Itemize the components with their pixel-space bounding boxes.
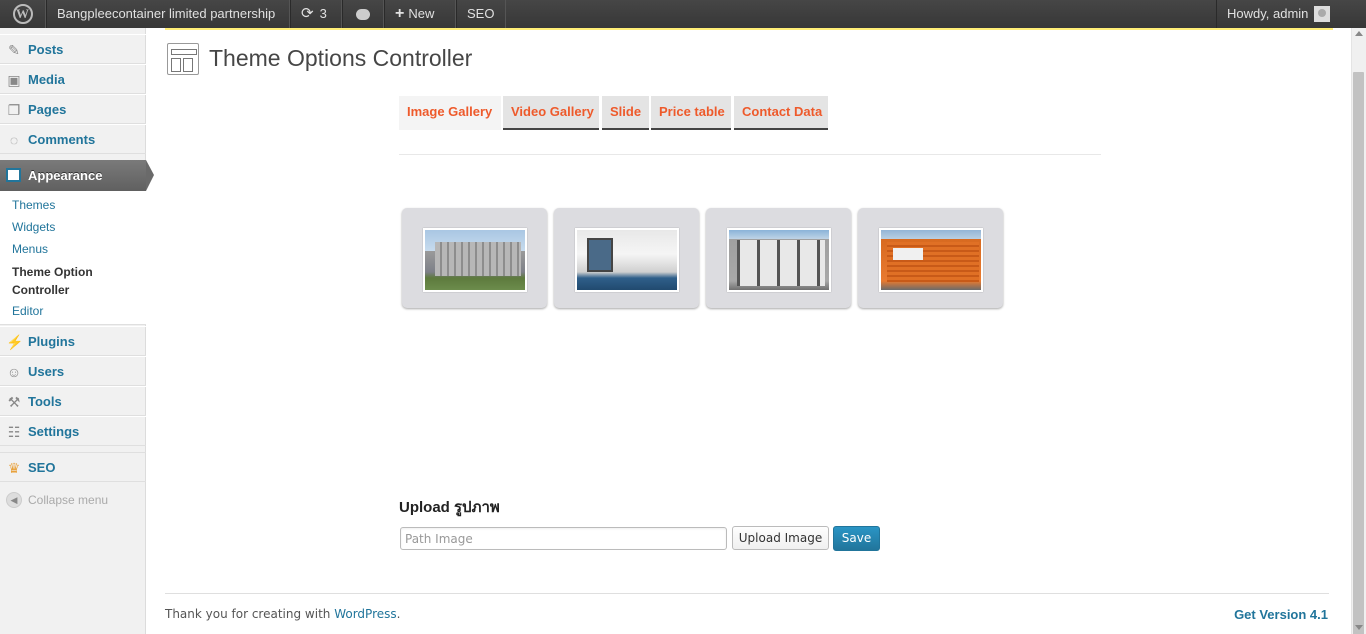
avatar [1314,5,1331,22]
footer-divider [165,593,1329,594]
settings-icon: ☷ [7,424,21,440]
seo-icon: ♛ [7,460,21,476]
gallery-item[interactable] [858,208,1003,308]
tab-contact-data[interactable]: Contact Data [734,96,828,130]
sidebar-item-media[interactable]: ▣ Media [0,64,146,94]
gallery-item[interactable] [706,208,851,308]
gallery-thumbnail [423,228,527,292]
scroll-up-arrow-icon[interactable] [1355,31,1363,36]
tab-divider [399,154,1101,155]
sidebar-item-pages[interactable]: ❐ Pages [0,94,146,124]
sidebar-item-tools[interactable]: ⚒ Tools [0,386,146,416]
plugins-icon: ⚡ [6,334,24,350]
appearance-submenu: Themes Widgets Menus Theme Option Contro… [0,191,146,325]
sidebar-item-label: Users [28,364,65,379]
sidebar-item-label: Appearance [28,168,103,183]
sidebar-item-appearance[interactable]: Appearance [0,160,154,191]
sidebar-item-plugins[interactable]: ⚡ Plugins [0,326,146,356]
site-name-link[interactable]: Bangpleecontainer limited partnership [46,0,290,28]
comments-button[interactable] [342,0,384,28]
pushpin-icon: ✎ [8,42,20,58]
theme-options-icon [167,43,199,75]
gallery-thumbnail [879,228,983,292]
tab-price-table[interactable]: Price table [651,96,731,130]
gallery-thumbnail [727,228,831,292]
new-content-button[interactable]: + New [384,0,456,28]
get-version-link[interactable]: Get Version 4.1 [1234,607,1328,622]
account-menu[interactable]: Howdy, admin [1216,0,1366,28]
tab-image-gallery[interactable]: Image Gallery [399,96,501,130]
sidebar-item-label: Pages [28,102,67,117]
tab-video-gallery[interactable]: Video Gallery [503,96,599,130]
submenu-item-themes[interactable]: Themes [12,197,55,213]
media-icon: ▣ [7,72,21,88]
new-label: New [408,6,435,21]
updates-button[interactable]: ⟳ 3 [290,0,342,28]
scroll-down-arrow-icon[interactable] [1355,625,1363,630]
seo-menu-button[interactable]: SEO [456,0,506,28]
plus-icon: + [395,5,405,22]
current-menu-arrow [146,160,154,191]
tools-icon: ⚒ [7,394,21,410]
collapse-label: Collapse menu [28,493,109,507]
sidebar-item-comments[interactable]: ◌ Comments [0,124,146,154]
pages-icon: ❐ [7,102,21,118]
sidebar-item-posts[interactable]: ✎ Posts [0,34,146,64]
sidebar-item-label: SEO [28,460,56,475]
page-title: Theme Options Controller [209,45,473,71]
sidebar-item-label: Settings [28,424,80,439]
refresh-icon: ⟳ [301,5,314,22]
submenu-item-theme-option-controller[interactable]: Theme Option Controller [12,263,122,299]
wordpress-link[interactable]: WordPress [334,607,396,621]
wordpress-logo-icon[interactable]: W [0,0,46,28]
path-image-input[interactable] [400,527,727,550]
scrollbar[interactable] [1351,28,1366,634]
scrollbar-thumb[interactable] [1353,72,1364,634]
submenu-item-widgets[interactable]: Widgets [12,219,55,235]
collapse-menu-button[interactable]: ◀ Collapse menu [6,491,109,509]
updates-count: 3 [319,6,327,21]
submenu-item-editor[interactable]: Editor [12,303,43,319]
admin-bar: W Bangpleecontainer limited partnership … [0,0,1366,28]
tab-slide[interactable]: Slide [602,96,649,130]
sidebar-item-label: Plugins [28,334,75,349]
footer-thanks-suffix: . [396,607,401,621]
notice-line [165,28,1333,30]
appearance-icon [6,168,21,182]
sidebar-item-settings[interactable]: ☷ Settings [0,416,146,446]
footer-thanks-prefix: Thank you for creating with [165,607,335,621]
gallery-item[interactable] [402,208,547,308]
gallery-item[interactable] [554,208,699,308]
sidebar-item-users[interactable]: ☺ Users [0,356,146,386]
save-button[interactable]: Save [833,526,880,551]
admin-sidebar: ✎ Posts ▣ Media ❐ Pages ◌ Comments Appearanc… [0,28,154,634]
upload-image-button[interactable]: Upload Image [732,526,829,550]
comment-bubble-icon [356,9,370,21]
upload-heading: Upload รูปภาพ [399,499,500,516]
submenu-item-menus[interactable]: Menus [12,241,48,257]
gallery-thumbnail [575,228,679,292]
sidebar-item-label: Media [28,72,65,87]
footer-thanks: Thank you for creating with WordPress. [165,607,400,621]
users-icon: ☺ [6,364,22,380]
sidebar-item-label: Comments [28,132,96,147]
comments-icon: ◌ [9,132,19,148]
howdy-text: Howdy, admin [1227,6,1309,21]
sidebar-item-seo[interactable]: ♛ SEO [0,452,146,482]
sidebar-item-label: Posts [28,42,64,57]
collapse-arrow-icon: ◀ [6,491,22,508]
sidebar-item-label: Tools [28,394,62,409]
